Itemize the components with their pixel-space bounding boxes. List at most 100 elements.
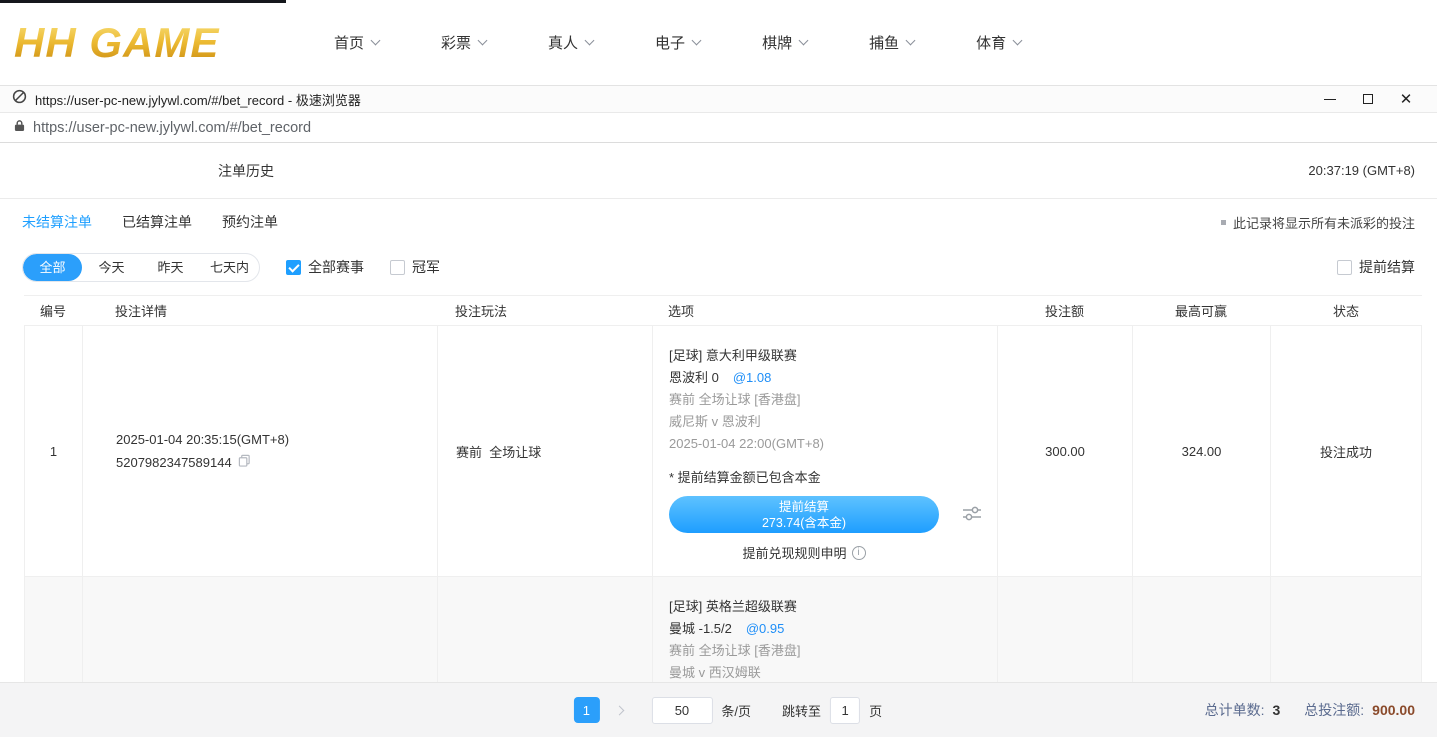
nav-item-sports[interactable]: 体育 [976, 32, 1021, 53]
cell-option: [足球] 意大利甲级联赛 恩波利 0@1.08 赛前 全场让球 [香港盘] 威尼… [653, 326, 998, 576]
date-option-yesterday[interactable]: 昨天 [141, 254, 200, 281]
browser-titlebar: https://user-pc-new.jylywl.com/#/bet_rec… [0, 85, 1437, 113]
cell-maxwin: 324.00 [1133, 326, 1271, 576]
nav-label: 电子 [655, 32, 685, 53]
chevron-down-icon [692, 36, 702, 46]
maximize-button[interactable] [1349, 86, 1387, 112]
tab-reserved[interactable]: 预约注单 [222, 212, 278, 232]
window-title: https://user-pc-new.jylywl.com/#/bet_rec… [35, 90, 361, 109]
cell-play [438, 577, 653, 682]
col-header-detail: 投注详情 [82, 301, 437, 320]
nav-label: 首页 [334, 32, 364, 53]
nav-label: 彩票 [441, 32, 471, 53]
page-unit-label: 页 [869, 701, 882, 720]
early-settle-checkbox[interactable]: 提前结算 [1337, 257, 1415, 277]
tab-settled[interactable]: 已结算注单 [122, 212, 192, 232]
date-option-7days[interactable]: 七天内 [200, 254, 259, 281]
nav-item-slots[interactable]: 电子 [655, 32, 700, 53]
minimize-button[interactable] [1311, 86, 1349, 112]
checkbox-icon [390, 260, 405, 275]
sliders-icon[interactable] [961, 502, 983, 527]
league-name: [足球] 英格兰超级联赛 [669, 596, 987, 618]
nav-item-fishing[interactable]: 捕鱼 [869, 32, 914, 53]
table-row: [足球] 英格兰超级联赛 曼城 -1.5/2 @0.95 赛前 全场让球 [香港盘… [24, 577, 1422, 682]
minimize-icon [1324, 99, 1336, 100]
record-note: 此记录将显示所有未派彩的投注 [1221, 213, 1415, 232]
nav-item-cards[interactable]: 棋牌 [762, 32, 807, 53]
pick-line: 恩波利 0@1.08 [669, 367, 987, 389]
pick: 恩波利 0 [669, 370, 719, 385]
nav-item-home[interactable]: 首页 [334, 32, 379, 53]
col-header-play: 投注玩法 [437, 301, 652, 320]
chevron-down-icon [906, 36, 916, 46]
tab-unsettled[interactable]: 未结算注单 [22, 212, 92, 232]
totals: 总计单数: 3 总投注额: 900.00 [1205, 700, 1415, 720]
cashout-button-label: 提前结算 [779, 499, 829, 515]
chevron-down-icon [1013, 36, 1023, 46]
jump-page-input[interactable] [830, 697, 860, 724]
tabs: 未结算注单 已结算注单 预约注单 [22, 212, 278, 232]
site-header: HH GAME 首页 彩票 真人 电子 棋牌 捕鱼 体育 [0, 0, 1437, 85]
chevron-down-icon [371, 36, 381, 46]
window-controls: ✕ [1311, 86, 1425, 112]
jump-label: 跳转至 [782, 701, 821, 720]
date-filter: 全部 今天 昨天 七天内 [22, 253, 260, 282]
url-bar[interactable]: https://user-pc-new.jylywl.com/#/bet_rec… [0, 113, 1437, 143]
info-icon: i [852, 546, 866, 560]
col-header-option: 选项 [652, 301, 997, 320]
chevron-down-icon [799, 36, 809, 46]
url-text: https://user-pc-new.jylywl.com/#/bet_rec… [33, 120, 311, 136]
col-header-amount: 投注额 [997, 301, 1132, 320]
nav-item-live[interactable]: 真人 [548, 32, 593, 53]
filter-left: 全部 今天 昨天 七天内 全部赛事 冠军 [22, 253, 440, 282]
next-page-button[interactable] [608, 697, 630, 723]
page-1-button[interactable]: 1 [573, 697, 599, 723]
lock-icon [14, 119, 25, 137]
col-header-no: 编号 [24, 301, 82, 320]
odds: @0.95 [746, 621, 785, 636]
col-header-maxwin: 最高可赢 [1132, 301, 1270, 320]
all-events-checkbox[interactable]: 全部赛事 [286, 257, 364, 277]
cell-status: 投注成功 [1271, 326, 1421, 576]
match: 曼城 v 西汉姆联 [669, 662, 987, 682]
table-header: 编号 投注详情 投注玩法 选项 投注额 最高可赢 状态 [24, 295, 1422, 326]
cell-maxwin [1133, 577, 1271, 682]
cell-no: 1 [25, 326, 83, 576]
total-amount-value: 900.00 [1372, 702, 1415, 718]
date-option-today[interactable]: 今天 [82, 254, 141, 281]
champion-checkbox[interactable]: 冠军 [390, 257, 440, 277]
nav-label: 真人 [548, 32, 578, 53]
cashout-row: 提前结算 273.74(含本金) [669, 496, 987, 533]
cell-detail: 2025-01-04 20:35:15(GMT+8) 5207982347589… [83, 326, 438, 576]
nav-label: 棋牌 [762, 32, 792, 53]
cell-option: [足球] 英格兰超级联赛 曼城 -1.5/2 @0.95 赛前 全场让球 [香港盘… [653, 577, 998, 682]
cashout-rule-text: 提前兑现规则申明 [742, 543, 846, 562]
cashout-note: * 提前结算金额已包含本金 [669, 467, 987, 489]
cashout-rule-link[interactable]: 提前兑现规则申明 i [669, 543, 939, 562]
market: 赛前 全场让球 [香港盘] [669, 640, 987, 662]
page-size-label: 条/页 [721, 701, 751, 720]
tabs-row: 未结算注单 已结算注单 预约注单 此记录将显示所有未派彩的投注 [0, 199, 1437, 245]
cashout-button[interactable]: 提前结算 273.74(含本金) [669, 496, 939, 533]
pagination-bar: 1 条/页 跳转至 页 总计单数: 3 总投注额: 900.00 [0, 682, 1437, 737]
copy-icon[interactable] [238, 451, 251, 474]
col-header-status: 状态 [1270, 301, 1422, 320]
champion-label: 冠军 [412, 257, 440, 277]
chevron-right-icon [614, 705, 624, 715]
early-settle-label: 提前结算 [1359, 257, 1415, 277]
cell-detail [83, 577, 438, 682]
nav-item-lottery[interactable]: 彩票 [441, 32, 486, 53]
close-button[interactable]: ✕ [1387, 86, 1425, 112]
main-nav: 首页 彩票 真人 电子 棋牌 捕鱼 体育 [334, 32, 1021, 53]
market: 赛前 全场让球 [香港盘] [669, 389, 987, 411]
cell-amount: 300.00 [998, 326, 1133, 576]
date-option-all[interactable]: 全部 [23, 254, 82, 281]
pager: 1 条/页 跳转至 页 [573, 697, 882, 724]
chevron-down-icon [585, 36, 595, 46]
pick-line: 曼城 -1.5/2 @0.95 [669, 618, 987, 640]
pick: 曼城 -1.5/2 [669, 621, 732, 636]
total-count-value: 3 [1272, 702, 1280, 718]
bullet-icon [1221, 220, 1226, 225]
checkbox-icon [1337, 260, 1352, 275]
page-size-input[interactable] [651, 697, 712, 724]
